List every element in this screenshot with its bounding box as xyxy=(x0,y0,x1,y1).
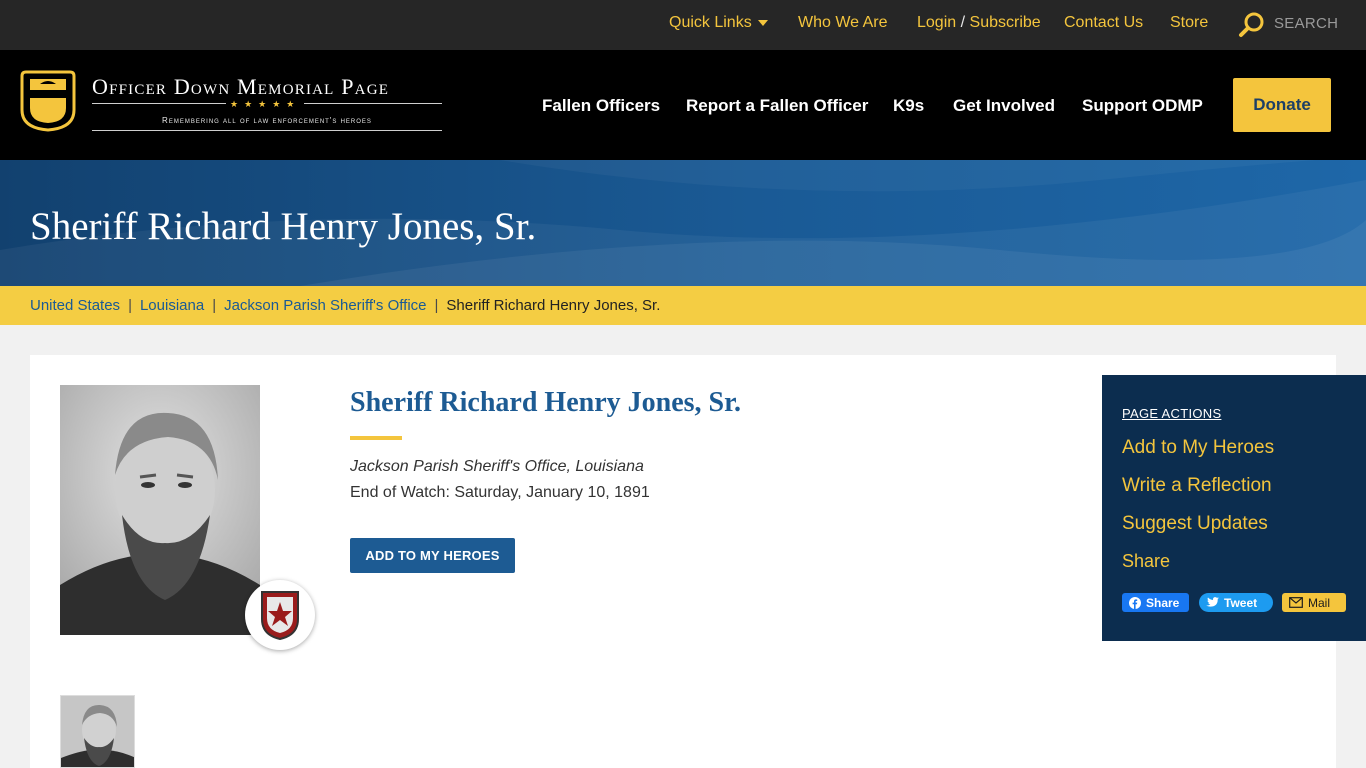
heading-accent-bar xyxy=(350,436,402,440)
envelope-icon xyxy=(1289,597,1303,608)
logo-stars: ★★★★★ xyxy=(226,99,305,110)
nav-report-fallen-officer[interactable]: Report a Fallen Officer xyxy=(686,96,868,116)
magnifier-icon xyxy=(1239,12,1264,37)
page-actions-panel: PAGE ACTIONS Add to My Heroes Write a Re… xyxy=(1102,375,1366,641)
store-link[interactable]: Store xyxy=(1170,14,1208,32)
site-tagline: Remembering all of law enforcement's her… xyxy=(162,116,372,125)
caret-down-icon xyxy=(757,19,768,26)
subscribe-link[interactable]: Subscribe xyxy=(970,14,1041,31)
nav-get-involved[interactable]: Get Involved xyxy=(953,96,1055,116)
search-label: SEARCH xyxy=(1274,15,1339,32)
site-title: Officer Down Memorial Page xyxy=(92,74,390,99)
login-subscribe: Login / Subscribe xyxy=(917,14,1041,32)
tweet-label: Tweet xyxy=(1224,595,1258,610)
nav-k9s[interactable]: K9s xyxy=(893,96,924,116)
breadcrumb: United States | Louisiana | Jackson Parish S… xyxy=(0,286,1366,325)
mail-share-button[interactable]: Mail xyxy=(1282,593,1346,612)
contact-us-link[interactable]: Contact Us xyxy=(1064,14,1143,32)
officer-photo[interactable] xyxy=(60,385,260,635)
twitter-bird-icon xyxy=(1206,597,1219,607)
breadcrumb-louisiana[interactable]: Louisiana xyxy=(140,297,204,314)
page-title: Sheriff Richard Henry Jones, Sr. xyxy=(30,205,537,248)
breadcrumb-agency[interactable]: Jackson Parish Sheriff's Office xyxy=(224,297,426,314)
breadcrumb-united-states[interactable]: United States xyxy=(30,297,120,314)
breadcrumb-current: Sheriff Richard Henry Jones, Sr. xyxy=(446,297,661,314)
odmp-badge-logo[interactable] xyxy=(20,70,76,137)
mail-label: Mail xyxy=(1308,595,1331,610)
login-subscribe-separator: / xyxy=(960,14,966,31)
end-of-watch: End of Watch: Saturday, January 10, 1891 xyxy=(350,484,650,501)
login-link[interactable]: Login xyxy=(917,14,956,31)
action-add-to-my-heroes[interactable]: Add to My Heroes xyxy=(1122,437,1274,459)
breadcrumb-separator: | xyxy=(128,297,132,314)
action-write-reflection[interactable]: Write a Reflection xyxy=(1122,475,1272,497)
breadcrumb-separator: | xyxy=(434,297,439,314)
hero-banner: Sheriff Richard Henry Jones, Sr. xyxy=(0,160,1366,286)
breadcrumb-separator: | xyxy=(212,297,217,314)
share-label: Share xyxy=(1122,551,1171,571)
facebook-icon xyxy=(1129,596,1141,609)
action-suggest-updates[interactable]: Suggest Updates xyxy=(1122,513,1268,535)
add-to-my-heroes-button[interactable]: ADD TO MY HEROES xyxy=(350,538,515,573)
logo-divider xyxy=(92,130,442,131)
donate-button[interactable]: Donate xyxy=(1233,78,1331,132)
officer-name-heading: Sheriff Richard Henry Jones, Sr. xyxy=(350,387,741,418)
who-we-are-link[interactable]: Who We Are xyxy=(798,14,888,32)
agency-patch-badge[interactable] xyxy=(245,580,315,650)
nav-fallen-officers[interactable]: Fallen Officers xyxy=(542,96,660,116)
tweet-button[interactable]: Tweet xyxy=(1199,593,1273,612)
facebook-share-label: Share xyxy=(1146,595,1180,610)
nav-support-odmp[interactable]: Support ODMP xyxy=(1082,96,1203,116)
facebook-share-button[interactable]: Share xyxy=(1122,593,1189,612)
utility-bar: Quick Links Who We Are Login / Subscribe… xyxy=(0,0,1366,50)
quick-links-label: Quick Links xyxy=(669,14,752,31)
main-header: Officer Down Memorial Page ★★★★★ Remembe… xyxy=(0,50,1366,160)
quick-links-menu[interactable]: Quick Links xyxy=(669,14,768,32)
officer-photo-thumbnail[interactable] xyxy=(60,695,135,768)
page-actions-heading[interactable]: PAGE ACTIONS xyxy=(1122,406,1221,421)
officer-agency: Jackson Parish Sheriff's Office, Louisia… xyxy=(350,458,644,475)
